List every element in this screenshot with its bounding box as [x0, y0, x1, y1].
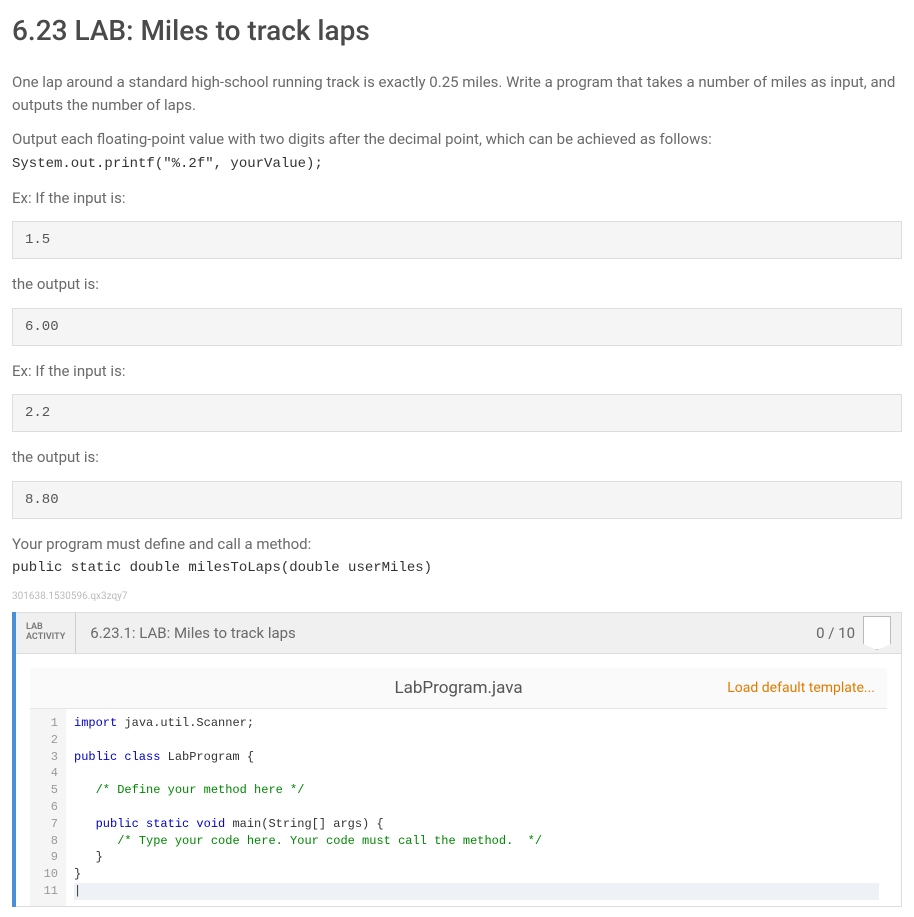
intro-paragraph: One lap around a standard high-school ru…: [12, 71, 902, 116]
example-input-box: 2.2: [12, 394, 902, 432]
code-content[interactable]: import java.util.Scanner; public class L…: [66, 709, 887, 906]
code-editor[interactable]: 1234567891011 import java.util.Scanner; …: [30, 709, 887, 906]
example-output-box: 8.80: [12, 481, 902, 519]
example-output-label: the output is:: [12, 446, 902, 469]
lab-label-bottom: ACTIVITY: [26, 633, 65, 643]
file-header: LabProgram.java Load default template...: [30, 668, 887, 709]
line-number-gutter: 1234567891011: [30, 709, 66, 906]
method-instr-text: Your program must define and call a meth…: [12, 535, 311, 553]
lab-score: 0 / 10: [806, 613, 901, 653]
printf-example: System.out.printf("%.2f", yourValue);: [12, 156, 323, 172]
load-default-template-link[interactable]: Load default template...: [727, 680, 875, 696]
lab-activity-header: LAB ACTIVITY 6.23.1: LAB: Miles to track…: [16, 612, 902, 654]
lab-activity-panel: LAB ACTIVITY 6.23.1: LAB: Miles to track…: [12, 612, 902, 907]
method-signature: public static double milesToLaps(double …: [12, 560, 432, 576]
example-input-label: Ex: If the input is:: [12, 360, 902, 383]
example-output-box: 6.00: [12, 308, 902, 346]
example-input-box: 1.5: [12, 221, 902, 259]
score-text: 0 / 10: [816, 624, 855, 642]
output-instr-text: Output each floating-point value with tw…: [12, 130, 712, 148]
example-input-label: Ex: If the input is:: [12, 187, 902, 210]
file-name: LabProgram.java: [394, 678, 522, 698]
lab-activity-label: LAB ACTIVITY: [16, 613, 76, 653]
lab-activity-title: 6.23.1: LAB: Miles to track laps: [76, 613, 806, 653]
score-badge-icon: [863, 616, 891, 650]
watermark-id: 301638.1530596.qx3zqy7: [12, 591, 902, 602]
page-title: 6.23 LAB: Miles to track laps: [12, 14, 902, 47]
example-output-label: the output is:: [12, 273, 902, 296]
output-instructions: Output each floating-point value with tw…: [12, 128, 902, 175]
method-instructions: Your program must define and call a meth…: [12, 533, 902, 580]
code-editor-panel: LabProgram.java Load default template...…: [16, 654, 902, 907]
